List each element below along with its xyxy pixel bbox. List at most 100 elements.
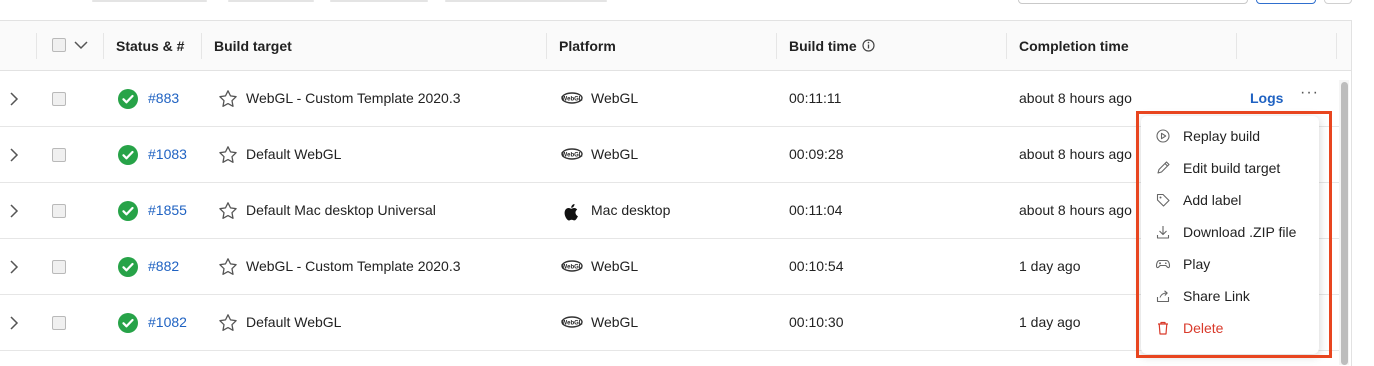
completion-time-value: 1 day ago — [1019, 258, 1081, 274]
select-all-checkbox[interactable] — [52, 38, 66, 52]
primary-button[interactable] — [1256, 0, 1316, 4]
success-check-icon — [118, 201, 138, 221]
build-number-link[interactable]: #882 — [148, 258, 179, 274]
menu-item-label: Play — [1183, 256, 1211, 272]
build-time-value: 00:10:54 — [789, 258, 844, 274]
menu-item-share-link[interactable]: Share Link — [1141, 280, 1319, 312]
build-target-name: Default WebGL — [246, 314, 342, 330]
more-button[interactable] — [1324, 0, 1352, 4]
platform-name: WebGL — [591, 90, 639, 106]
table-row[interactable]: #1083 Default WebGL WebGL WebGL 00:09:28 abou… — [0, 127, 1340, 183]
star-icon[interactable] — [218, 257, 238, 280]
column-divider — [1336, 33, 1337, 59]
search-input[interactable] — [1018, 0, 1248, 4]
column-divider — [776, 33, 777, 59]
scrollbar-thumb[interactable] — [1341, 82, 1348, 365]
star-icon[interactable] — [218, 201, 238, 224]
webgl-icon: WebGL — [561, 91, 583, 108]
build-time-value: 00:09:28 — [789, 146, 844, 162]
menu-item-delete[interactable]: Delete — [1141, 312, 1319, 344]
row-checkbox[interactable] — [52, 204, 66, 218]
download-icon — [1155, 224, 1171, 243]
completion-time-value: about 8 hours ago — [1019, 146, 1132, 162]
build-time-value: 00:10:30 — [789, 314, 844, 330]
menu-item-edit-build-target[interactable]: Edit build target — [1141, 152, 1319, 184]
menu-item-label: Download .ZIP file — [1183, 224, 1297, 240]
completion-time-value: about 8 hours ago — [1019, 202, 1132, 218]
table-row[interactable]: #1082 Default WebGL WebGL WebGL 00:10:30 1 da… — [0, 295, 1340, 351]
build-number-link[interactable]: #1855 — [148, 202, 187, 218]
logs-link[interactable]: Logs — [1250, 90, 1283, 106]
build-target-name: Default WebGL — [246, 146, 342, 162]
column-header-status[interactable]: Status & # — [116, 38, 184, 54]
column-header-platform[interactable]: Platform — [559, 38, 616, 54]
platform-name: WebGL — [591, 146, 639, 162]
build-number-link[interactable]: #883 — [148, 90, 179, 106]
platform-name: Mac desktop — [591, 202, 671, 218]
column-header-build-time[interactable]: Build time — [789, 38, 857, 54]
menu-item-add-label[interactable]: Add label — [1141, 184, 1319, 216]
apple-icon — [561, 203, 583, 224]
build-target-name: WebGL - Custom Template 2020.3 — [246, 258, 461, 274]
column-divider — [36, 33, 37, 59]
svg-text:WebGL: WebGL — [562, 153, 583, 159]
gamepad-icon — [1155, 256, 1171, 275]
chevron-right-icon[interactable] — [8, 91, 20, 107]
svg-text:WebGL: WebGL — [562, 97, 583, 103]
build-time-value: 00:11:04 — [789, 202, 843, 218]
success-check-icon — [118, 145, 138, 165]
menu-item-label: Add label — [1183, 192, 1242, 208]
more-options-icon[interactable]: ··· — [1300, 84, 1319, 102]
platform-name: WebGL — [591, 314, 639, 330]
trash-icon — [1155, 320, 1171, 339]
menu-item-play[interactable]: Play — [1141, 248, 1319, 280]
build-time-value: 00:11:11 — [789, 90, 842, 106]
menu-item-label: Share Link — [1183, 288, 1250, 304]
star-icon[interactable] — [218, 145, 238, 168]
build-target-name: Default Mac desktop Universal — [246, 202, 436, 218]
replay-icon — [1155, 128, 1171, 147]
column-divider — [546, 33, 547, 59]
table-row[interactable]: #1855 Default Mac desktop Universal Mac de… — [0, 183, 1340, 239]
menu-item-download-zip-file[interactable]: Download .ZIP file — [1141, 216, 1319, 248]
row-checkbox[interactable] — [52, 92, 66, 106]
success-check-icon — [118, 89, 138, 109]
toolbar-filter-fragment — [92, 0, 207, 2]
share-icon — [1155, 288, 1171, 307]
svg-text:WebGL: WebGL — [562, 265, 583, 271]
success-check-icon — [118, 257, 138, 277]
row-checkbox[interactable] — [52, 148, 66, 162]
column-divider — [103, 33, 104, 59]
webgl-icon: WebGL — [561, 147, 583, 164]
chevron-right-icon[interactable] — [8, 147, 20, 163]
chevron-down-icon[interactable] — [74, 40, 88, 50]
menu-item-replay-build[interactable]: Replay build — [1141, 120, 1319, 152]
column-divider — [201, 33, 202, 59]
menu-item-label: Delete — [1183, 320, 1224, 336]
toolbar-filter-fragment — [330, 0, 428, 2]
tag-icon — [1155, 192, 1171, 211]
column-divider — [1236, 33, 1237, 59]
build-target-name: WebGL - Custom Template 2020.3 — [246, 90, 461, 106]
toolbar-filter-fragment — [445, 0, 607, 2]
row-checkbox[interactable] — [52, 260, 66, 274]
column-divider — [1006, 33, 1007, 59]
chevron-right-icon[interactable] — [8, 203, 20, 219]
column-header-completion-time[interactable]: Completion time — [1019, 38, 1129, 54]
chevron-right-icon[interactable] — [8, 259, 20, 275]
webgl-icon: WebGL — [561, 315, 583, 332]
webgl-icon: WebGL — [561, 259, 583, 276]
chevron-right-icon[interactable] — [8, 315, 20, 331]
build-actions-menu: Replay build Edit build target Add label Do… — [1141, 116, 1319, 354]
table-row[interactable]: #883 WebGL - Custom Template 2020.3 WebGL W… — [0, 71, 1340, 127]
menu-item-label: Replay build — [1183, 128, 1261, 144]
column-header-build-target[interactable]: Build target — [214, 38, 292, 54]
build-number-link[interactable]: #1083 — [148, 146, 187, 162]
pencil-icon — [1155, 160, 1171, 179]
star-icon[interactable] — [218, 89, 238, 112]
build-number-link[interactable]: #1082 — [148, 314, 187, 330]
table-row[interactable]: #882 WebGL - Custom Template 2020.3 WebGL W… — [0, 239, 1340, 295]
star-icon[interactable] — [218, 313, 238, 336]
info-icon[interactable] — [862, 39, 875, 52]
row-checkbox[interactable] — [52, 316, 66, 330]
